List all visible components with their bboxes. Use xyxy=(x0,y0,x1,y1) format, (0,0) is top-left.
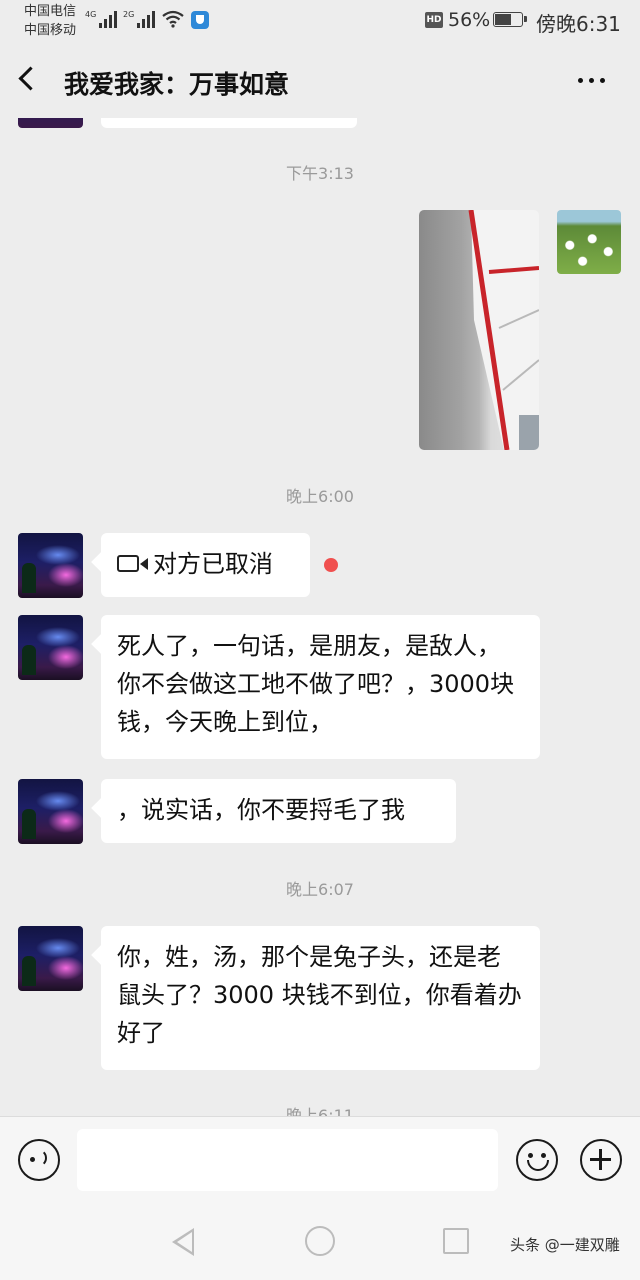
avatar[interactable] xyxy=(18,926,83,991)
voice-icon[interactable] xyxy=(18,1139,60,1181)
signal-1-icon: 4G xyxy=(85,10,118,28)
status-bar: 中国电信 中国移动 4G 2G HD 56% 傍晚6:31 xyxy=(0,0,640,44)
input-bar xyxy=(0,1116,640,1209)
video-call-bubble[interactable]: 对方已取消 xyxy=(101,533,310,597)
avatar[interactable] xyxy=(18,118,83,128)
message-bubble[interactable]: 你，姓，汤，那个是兔子头，还是老鼠头了？3000 块钱不到位，你看着办好了 xyxy=(101,926,540,1070)
emoji-icon[interactable] xyxy=(516,1139,558,1181)
status-time: 傍晚6:31 xyxy=(536,12,621,36)
plus-icon[interactable] xyxy=(580,1139,622,1181)
unread-dot xyxy=(324,558,338,572)
timestamp: 晚上6:07 xyxy=(286,880,354,899)
carrier-2: 中国移动 xyxy=(24,23,77,38)
call-status-text: 对方已取消 xyxy=(153,550,273,578)
avatar[interactable] xyxy=(18,615,83,680)
security-shield-icon xyxy=(191,11,209,29)
hd-badge: HD xyxy=(425,12,443,28)
watermark-text: 头条 @一建双雕 xyxy=(510,1236,620,1254)
wifi-icon xyxy=(162,10,184,28)
battery-icon xyxy=(493,12,527,27)
video-call-icon xyxy=(117,554,148,572)
message-bubble[interactable]: 死人了，一句话，是朋友，是敌人，你不会做这工地不做了吧？，3000块钱，今天晚上… xyxy=(101,615,540,759)
image-message-photo[interactable] xyxy=(557,210,621,274)
nav-back-icon[interactable] xyxy=(172,1228,194,1256)
message-list[interactable]: 下午3:13 晚上6:00 对方已取消 死人了，一句话，是朋友，是敌人，你不会做… xyxy=(0,118,640,1116)
timestamp: 晚上6:11 xyxy=(286,1106,354,1116)
back-chevron-icon[interactable] xyxy=(18,66,43,91)
battery-fill xyxy=(495,14,511,25)
timestamp: 晚上6:00 xyxy=(286,487,354,506)
avatar[interactable] xyxy=(18,533,83,598)
more-dots-icon[interactable] xyxy=(578,78,605,83)
message-input[interactable] xyxy=(77,1129,498,1191)
photo-icon xyxy=(468,210,539,450)
message-bubble[interactable]: ，说实话，你不要捋毛了我 xyxy=(101,779,456,843)
carrier-1: 中国电信 xyxy=(24,4,77,19)
network-type-2: 2G xyxy=(123,10,135,19)
network-type-1: 4G xyxy=(85,10,97,19)
signal-2-icon: 2G xyxy=(123,10,156,28)
message-bubble-partial[interactable] xyxy=(101,118,357,128)
chat-title: 我爱我家：万事如意 xyxy=(64,70,290,99)
avatar[interactable] xyxy=(18,779,83,844)
nav-home-icon[interactable] xyxy=(305,1226,335,1256)
system-nav-bar: 头条 @一建双雕 xyxy=(0,1208,640,1280)
timestamp: 下午3:13 xyxy=(286,164,354,183)
image-message-photo[interactable] xyxy=(419,210,539,450)
chat-header: 我爱我家：万事如意 xyxy=(0,44,640,118)
battery-percent: 56% xyxy=(448,9,491,31)
nav-recent-icon[interactable] xyxy=(443,1228,469,1254)
